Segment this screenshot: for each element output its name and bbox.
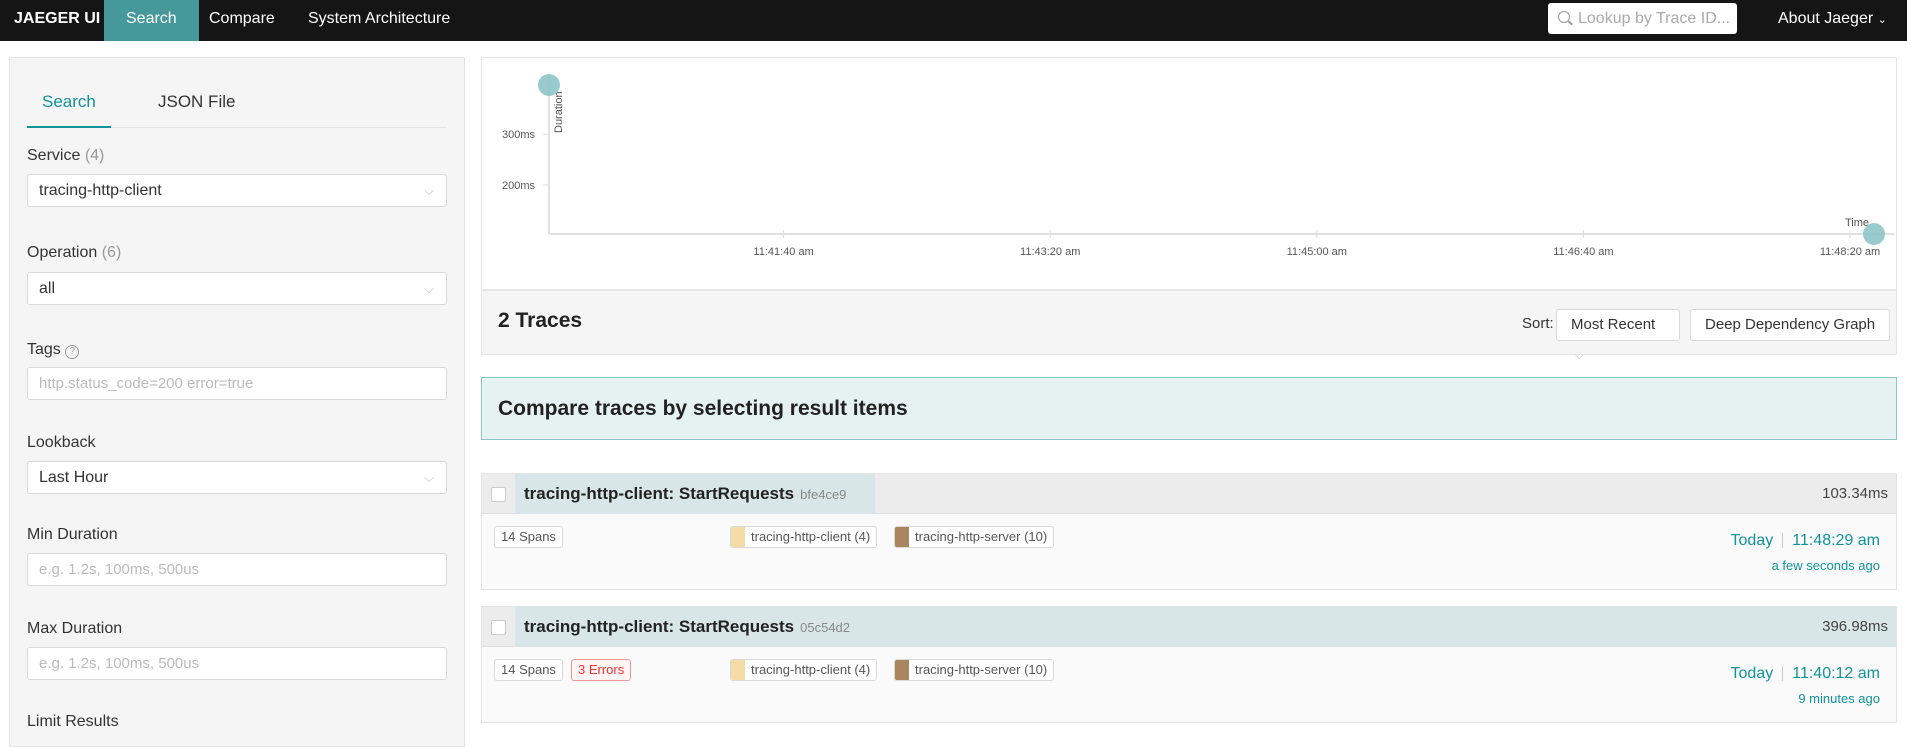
max-duration-label: Max Duration	[27, 620, 123, 637]
compare-checkbox[interactable]	[491, 620, 506, 635]
deep-dependency-graph-button[interactable]: Deep Dependency Graph	[1690, 309, 1891, 341]
limit-results-label: Limit Results	[27, 713, 119, 730]
traces-scatter-chart: 11:41:40 am 11:43:20 am 11:45:00 am 11:46:4…	[481, 57, 1897, 290]
trace-header[interactable]: tracing-http-client: StartRequests 05c54d…	[482, 607, 1896, 647]
trace-start-time: Today 11:48:29 am	[1730, 532, 1880, 549]
trace-point	[1863, 223, 1885, 245]
top-navbar: JAEGER UI Search Compare System Architec…	[0, 0, 1907, 41]
trace-header[interactable]: tracing-http-client: StartRequests bfe4ce…	[482, 474, 1896, 514]
about-label: About Jaeger	[1778, 10, 1874, 27]
nav-compare[interactable]: Compare	[209, 0, 275, 41]
trace-result-item[interactable]: tracing-http-client: StartRequests bfe4ce…	[481, 473, 1897, 590]
sort-label: Sort:	[1522, 315, 1554, 332]
trace-count: 2 Traces	[498, 309, 583, 332]
brand-logo[interactable]: JAEGER UI	[14, 0, 100, 41]
span-count-badge: 14 Spans	[494, 526, 563, 548]
x-tick-label: 11:46:40 am	[1553, 246, 1613, 258]
service-tag: tracing-http-server (10)	[894, 526, 1055, 548]
tab-json-file[interactable]: JSON File	[158, 92, 235, 112]
x-tick-label: 11:48:20 am	[1820, 246, 1880, 258]
trace-title[interactable]: tracing-http-client: StartRequests bfe4ce…	[524, 484, 846, 504]
min-duration-label: Min Duration	[27, 526, 118, 543]
sort-select[interactable]: Most Recent ⌵	[1556, 309, 1680, 362]
about-jaeger-menu[interactable]: About Jaeger ⌄	[1778, 0, 1887, 41]
service-tag: tracing-http-server (10)	[894, 659, 1055, 681]
service-label: Service (4)	[27, 147, 105, 164]
x-tick-label: 11:43:20 am	[1020, 246, 1080, 258]
nav-search[interactable]: Search	[104, 0, 199, 41]
operation-label: Operation (6)	[27, 244, 122, 261]
tags-label: Tags ?	[27, 341, 80, 359]
scatter-plot: 11:41:40 am 11:43:20 am 11:45:00 am 11:46:4…	[502, 74, 1894, 258]
trace-point	[538, 74, 560, 96]
trace-start-time: Today 11:40:12 am	[1730, 665, 1880, 682]
error-count-badge: 3 Errors	[571, 659, 632, 681]
help-icon[interactable]: ?	[65, 345, 80, 359]
service-tag: tracing-http-client (4)	[730, 526, 878, 548]
compare-banner: Compare traces by selecting result items	[481, 377, 1897, 440]
active-tab-indicator	[27, 126, 111, 128]
trace-id-lookup-input[interactable]: Lookup by Trace ID...	[1548, 3, 1737, 34]
trace-relative-time: 9 minutes ago	[1798, 691, 1880, 706]
y-tick-label: 300ms	[502, 129, 536, 141]
trace-relative-time: a few seconds ago	[1771, 558, 1880, 573]
min-duration-input[interactable]: e.g. 1.2s, 100ms, 500us	[27, 553, 447, 586]
tab-search[interactable]: Search	[42, 92, 96, 112]
service-select[interactable]: tracing-http-client ⌵	[27, 174, 447, 207]
chevron-down-icon: ⌵	[424, 470, 434, 485]
lookup-placeholder: Lookup by Trace ID...	[1578, 10, 1731, 27]
trace-result-item[interactable]: tracing-http-client: StartRequests 05c54d…	[481, 606, 1897, 723]
x-tick-label: 11:45:00 am	[1287, 246, 1347, 258]
span-count-badge: 14 Spans	[494, 659, 563, 681]
max-duration-input[interactable]: e.g. 1.2s, 100ms, 500us	[27, 647, 447, 680]
trace-duration: 103.34ms	[1822, 485, 1888, 502]
search-icon	[1558, 11, 1570, 23]
trace-duration: 396.98ms	[1822, 618, 1888, 635]
results-header: 2 Traces Sort: Most Recent ⌵ Deep Depend…	[481, 290, 1897, 362]
y-axis-label: Duration	[553, 91, 565, 133]
y-tick-label: 200ms	[502, 180, 536, 192]
lookback-select[interactable]: Last Hour ⌵	[27, 461, 447, 494]
x-tick-label: 11:41:40 am	[753, 246, 813, 258]
service-tag: tracing-http-client (4)	[730, 659, 878, 681]
tags-input[interactable]: http.status_code=200 error=true	[27, 367, 447, 400]
compare-checkbox[interactable]	[491, 487, 506, 502]
lookback-label: Lookback	[27, 434, 96, 451]
nav-system-architecture[interactable]: System Architecture	[308, 0, 450, 41]
chevron-down-icon: ⌄	[1877, 14, 1887, 26]
chevron-down-icon: ⌵	[424, 183, 434, 198]
operation-select[interactable]: all ⌵	[27, 272, 447, 305]
chevron-down-icon: ⌵	[424, 281, 434, 296]
chevron-down-icon: ⌵	[1575, 350, 1584, 362]
trace-title[interactable]: tracing-http-client: StartRequests 05c54d…	[524, 617, 850, 637]
